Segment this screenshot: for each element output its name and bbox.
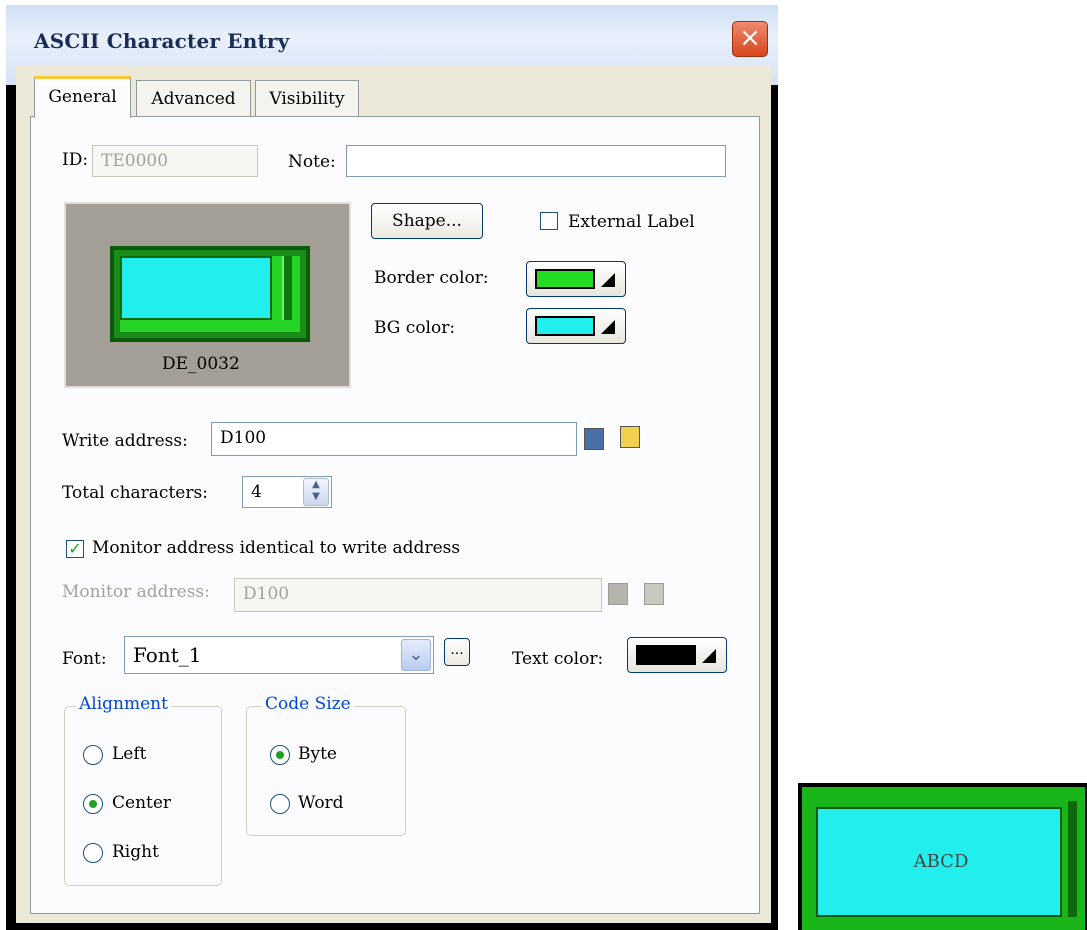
address-tag-icon[interactable] [620, 426, 640, 448]
alignment-left-radio[interactable] [83, 745, 103, 765]
calculator-icon[interactable] [584, 428, 604, 450]
dropdown-triangle-icon [601, 273, 615, 287]
bg-color-swatch [535, 316, 595, 336]
alignment-center-radio[interactable] [83, 794, 103, 814]
write-address-field[interactable]: D100 [211, 422, 577, 456]
close-icon: × [739, 23, 761, 53]
monitor-identical-checkbox[interactable]: ✓ [66, 540, 84, 558]
id-label: ID: [62, 150, 89, 170]
border-color-label: Border color: [374, 268, 489, 288]
bg-color-button[interactable] [526, 308, 626, 344]
alignment-right-radio[interactable] [83, 843, 103, 863]
code-size-word-label: Word [298, 793, 344, 813]
chevron-down-icon[interactable]: ⌄ [401, 639, 431, 671]
alignment-left-label: Left [112, 744, 147, 764]
font-select[interactable]: Font_1 [124, 636, 434, 674]
tab-general[interactable]: General [34, 76, 131, 118]
monitor-identical-label: Monitor address identical to write addre… [92, 538, 461, 558]
font-more-button[interactable]: ... [444, 638, 470, 666]
shape-background [120, 256, 272, 320]
code-size-group-title: Code Size [262, 694, 354, 714]
text-color-label: Text color: [512, 649, 604, 669]
code-size-byte-label: Byte [298, 744, 337, 764]
dropdown-triangle-icon [702, 649, 716, 663]
dropdown-triangle-icon [601, 320, 615, 334]
close-button[interactable]: × [732, 21, 768, 57]
code-size-word-radio[interactable] [270, 794, 290, 814]
border-color-button[interactable] [526, 261, 626, 297]
sample-bevel [1068, 801, 1077, 917]
address-tag-icon-disabled [644, 583, 664, 605]
external-label-text: External Label [568, 212, 695, 232]
total-characters-label: Total characters: [62, 483, 208, 503]
shape-preview-graphic [110, 246, 310, 342]
sample-background: ABCD [816, 807, 1062, 917]
alignment-right-label: Right [112, 842, 159, 862]
monitor-address-field: D100 [234, 578, 602, 612]
calculator-icon-disabled [608, 583, 628, 605]
note-label: Note: [288, 152, 336, 172]
preview-caption: DE_0032 [162, 354, 240, 374]
dialog-title: ASCII Character Entry [34, 29, 290, 53]
write-address-label: Write address: [62, 431, 188, 451]
sample-text: ABCD [913, 851, 969, 872]
monitor-address-label: Monitor address: [62, 582, 210, 602]
alignment-group-title: Alignment [76, 694, 171, 714]
shape-bevel [282, 256, 292, 320]
shape-button[interactable]: Shape... [371, 203, 483, 239]
border-color-swatch [535, 269, 595, 289]
font-label: Font: [62, 649, 107, 669]
text-color-button[interactable] [627, 637, 727, 673]
code-size-group [246, 706, 406, 836]
tab-advanced[interactable]: Advanced [136, 80, 251, 116]
text-color-swatch [636, 645, 696, 665]
external-label-checkbox[interactable] [540, 212, 558, 230]
runtime-sample-preview: ABCD [798, 783, 1087, 930]
spinner-up-down-icon[interactable]: ▲ ▼ [303, 478, 329, 506]
bg-color-label: BG color: [374, 318, 456, 338]
id-field: TE0000 [92, 145, 258, 177]
note-field[interactable] [346, 145, 726, 177]
alignment-center-label: Center [112, 793, 172, 813]
code-size-byte-radio[interactable] [270, 745, 290, 765]
tab-visibility[interactable]: Visibility [255, 80, 359, 116]
